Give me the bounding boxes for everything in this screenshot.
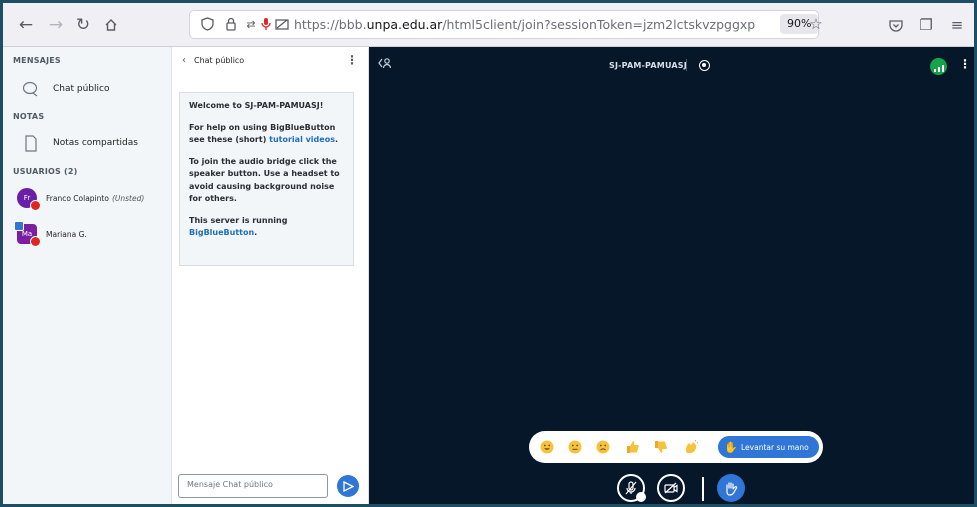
chat-icon	[21, 79, 41, 99]
more-options-icon[interactable]: ⋮	[959, 57, 971, 71]
messages-header: MENSAJES	[13, 56, 61, 65]
toggle-user-list-icon[interactable]	[378, 57, 392, 72]
help-paragraph: For help on using BigBlueButton see thes…	[189, 122, 346, 147]
bookmark-star-icon[interactable]: ☆	[807, 14, 825, 34]
browser-toolbar: ← → ↻ ⇄ https://bbb.unpa.edu.ar/html5cli…	[3, 3, 974, 47]
more-options-icon[interactable]: ⋮	[346, 53, 358, 67]
lock-icon[interactable]	[222, 15, 240, 33]
muted-mic-icon	[30, 200, 41, 211]
thumbs-up-icon[interactable]	[625, 439, 641, 455]
url-domain: unpa.edu.ar	[366, 17, 443, 32]
presentation-area: SJ-PAM-PAMUASJ ⋮ ✋ Levantar su mano	[369, 47, 974, 504]
url-path: /html5client/join?sessionToken=jzm2lctsk…	[442, 17, 756, 32]
pocket-icon[interactable]	[886, 15, 906, 35]
camera-blocked-icon[interactable]	[273, 15, 291, 33]
chat-message-input[interactable]: Mensaje Chat público	[178, 474, 328, 498]
shield-icon[interactable]	[198, 15, 216, 33]
user-list-panel: MENSAJES Chat público NOTAS Notas compar…	[3, 47, 172, 504]
server-text: This server is running	[189, 215, 288, 225]
user-item-franco[interactable]: Fr Franco Colapinto (Unsted)	[17, 188, 145, 211]
signal-bar	[937, 67, 940, 72]
public-chat-label: Chat público	[53, 84, 110, 94]
smile-emoji-icon[interactable]	[539, 439, 555, 455]
sad-emoji-icon[interactable]	[595, 439, 611, 455]
chevron-left-icon[interactable]: ‹	[182, 55, 186, 66]
avatar: Fr	[17, 188, 41, 211]
shared-notes-item[interactable]: Notas compartidas	[21, 133, 138, 153]
user-item-mariana[interactable]: Ma Mariana G.	[14, 221, 87, 247]
controls-divider	[702, 477, 704, 501]
server-end: .	[254, 228, 258, 237]
user-tag: (Unsted)	[111, 193, 145, 203]
neutral-emoji-icon[interactable]	[567, 439, 583, 455]
muted-mic-icon	[30, 236, 41, 247]
server-paragraph: This server is running BigBlueButton.	[189, 215, 346, 240]
tutorial-videos-link[interactable]: tutorial videos	[269, 135, 335, 144]
raise-hand-button[interactable]: ✋ Levantar su mano	[718, 436, 819, 458]
thumbs-down-icon[interactable]	[653, 439, 669, 455]
signal-bar	[933, 69, 936, 72]
avatar-initials: Fr	[23, 194, 31, 202]
address-bar[interactable]: ⇄ https://bbb.unpa.edu.ar/html5client/jo…	[189, 10, 823, 39]
raise-hand-label: Levantar su mano	[741, 442, 809, 452]
avatar: Ma	[14, 221, 41, 247]
record-icon[interactable]	[699, 60, 710, 71]
chat-panel: ‹ Chat público ⋮ Welcome to SJ-PAM-PAMUA…	[172, 47, 369, 504]
bigbluebutton-link[interactable]: BigBlueButton	[189, 228, 254, 237]
notes-icon	[21, 133, 41, 153]
divider	[686, 59, 687, 71]
user-name: Mariana G.	[46, 229, 87, 239]
user-name: Franco Colapinto	[46, 193, 109, 203]
send-button[interactable]	[337, 475, 359, 497]
audio-settings-dot[interactable]	[636, 492, 646, 502]
url-text[interactable]: https://bbb.unpa.edu.ar/html5client/join…	[294, 17, 755, 32]
extensions-icon[interactable]: ❐	[916, 15, 936, 35]
public-chat-item[interactable]: Chat público	[21, 79, 109, 99]
reload-icon[interactable]: ↻	[72, 14, 94, 36]
welcome-title: Welcome to SJ-PAM-PAMUASJ!	[189, 101, 324, 110]
menu-icon[interactable]: ≡	[947, 15, 967, 35]
users-header: USUARIOS (2)	[13, 167, 78, 176]
signal-bar	[941, 65, 944, 72]
chat-title[interactable]: Chat público	[194, 56, 244, 65]
notes-header: NOTAS	[13, 112, 45, 121]
camera-button[interactable]	[657, 474, 685, 502]
presenter-icon	[14, 221, 24, 231]
back-arrow-icon[interactable]: ←	[15, 14, 37, 36]
applause-icon[interactable]	[683, 439, 699, 455]
home-icon[interactable]	[100, 14, 122, 36]
url-prefix: https://bbb.	[294, 17, 367, 32]
shared-notes-label: Notas compartidas	[53, 138, 138, 148]
microphone-button[interactable]	[617, 474, 646, 502]
reactions-bar: ✋ Levantar su mano	[529, 431, 823, 463]
help-end: .	[334, 135, 339, 144]
audio-paragraph: To join the audio bridge click the speak…	[189, 156, 340, 204]
hand-icon: ✋	[724, 440, 738, 454]
connection-status-icon[interactable]	[930, 58, 947, 75]
reactions-button[interactable]	[717, 474, 745, 502]
forward-arrow-icon[interactable]: →	[45, 14, 67, 36]
welcome-message: Welcome to SJ-PAM-PAMUASJ! For help on u…	[179, 92, 354, 266]
meeting-title: SJ-PAM-PAMUASJ	[609, 61, 687, 70]
